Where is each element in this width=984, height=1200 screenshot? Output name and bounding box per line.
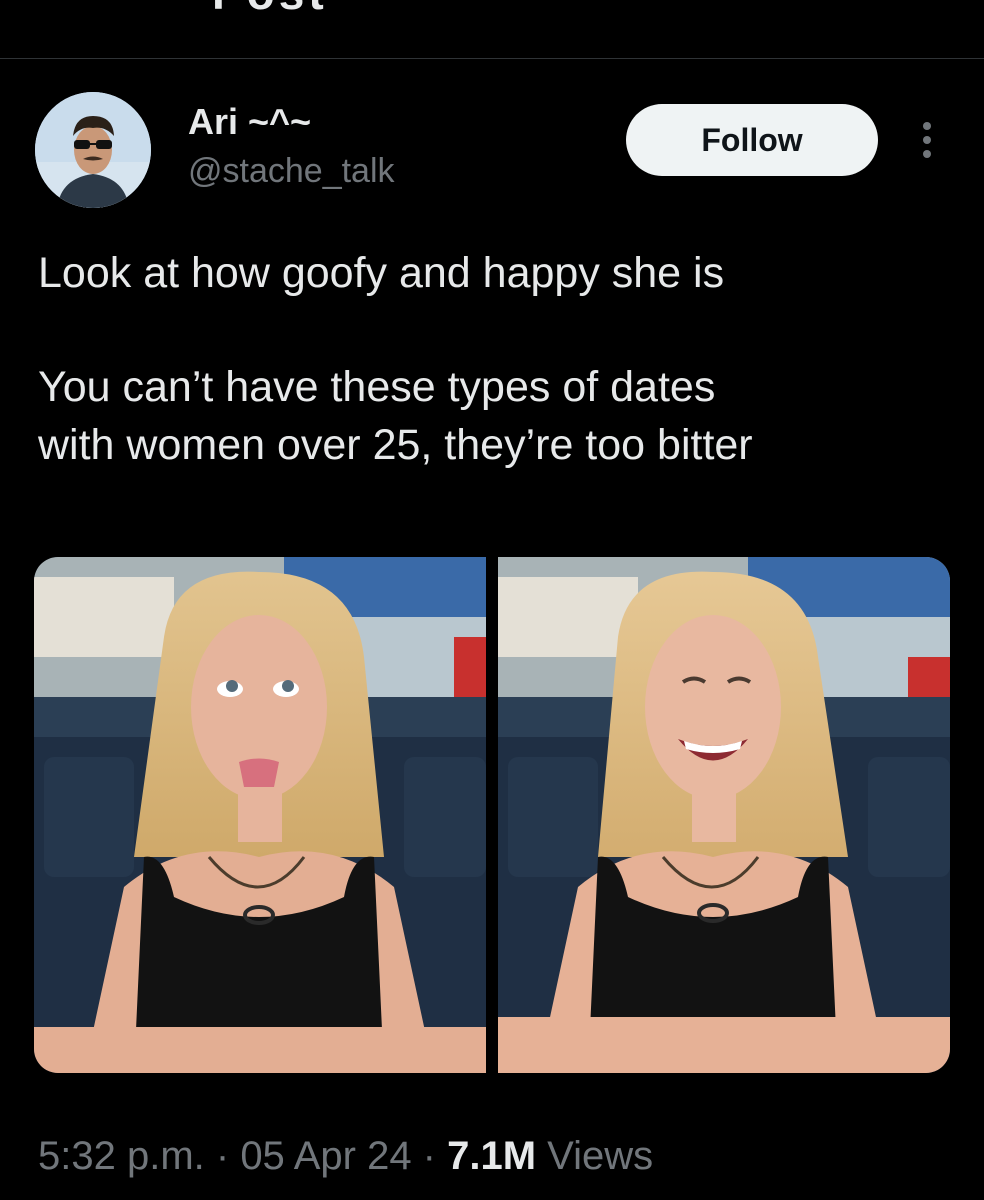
- tweet-line-2: You can’t have these types of dates: [38, 363, 716, 411]
- header-divider: [0, 58, 984, 59]
- views-label: Views: [536, 1134, 654, 1178]
- more-vertical-icon[interactable]: [912, 118, 942, 162]
- tweet-date[interactable]: 05 Apr 24: [240, 1134, 411, 1178]
- tweet-text: Look at how goofy and happy she is You c…: [38, 244, 968, 474]
- woman-tongue-out-photo[interactable]: [34, 557, 486, 1073]
- user-avatar[interactable]: [35, 92, 151, 208]
- avatar-image: [35, 92, 151, 208]
- author-handle[interactable]: @stache_talk: [188, 152, 395, 191]
- tweet-meta: 5:32 p.m. · 05 Apr 24 · 7.1M Views: [38, 1134, 653, 1179]
- tweet-time[interactable]: 5:32 p.m.: [38, 1134, 205, 1178]
- meta-separator: ·: [204, 1134, 241, 1178]
- tweet-line-1: Look at how goofy and happy she is: [38, 249, 725, 297]
- woman-smiling-photo[interactable]: [498, 557, 950, 1073]
- views-count[interactable]: 7.1M: [447, 1134, 536, 1178]
- tweet-line-3: with women over 25, they’re too bitter: [38, 421, 753, 469]
- author-name[interactable]: Ari ~^~: [188, 101, 311, 143]
- meta-separator: ·: [411, 1134, 448, 1178]
- header-title-fragment: Post: [0, 0, 984, 58]
- media-grid: [34, 557, 950, 1073]
- follow-button[interactable]: Follow: [626, 104, 878, 176]
